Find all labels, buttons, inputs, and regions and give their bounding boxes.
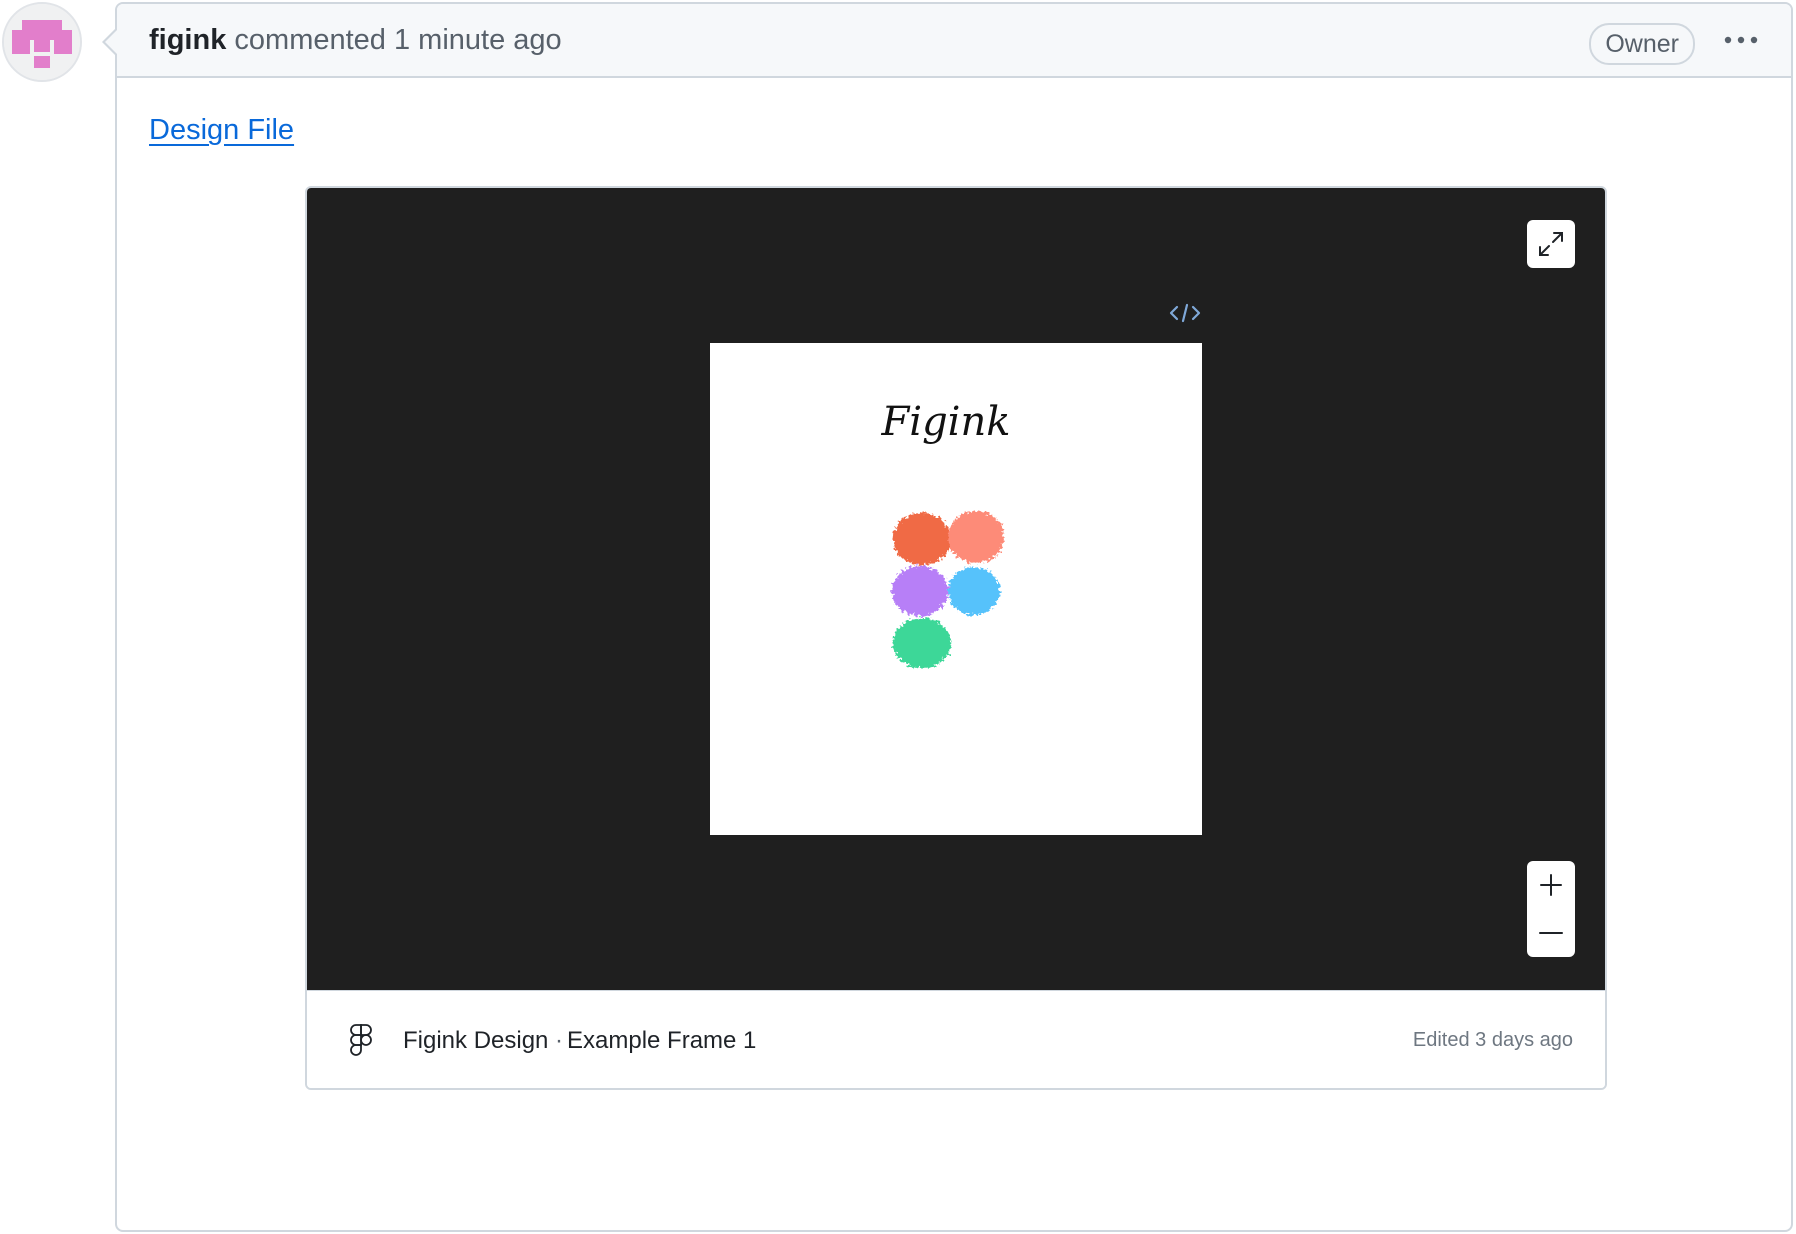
identicon-icon xyxy=(4,4,80,80)
owner-badge: Owner xyxy=(1589,23,1695,65)
comment-header: figink commented 1 minute ago Owner xyxy=(117,4,1791,78)
frame-title: Figink xyxy=(881,399,1011,445)
kebab-horizontal-icon xyxy=(1724,36,1758,44)
figma-embed: Figink Figink Design · Example Frame 1 E… xyxy=(305,186,1607,1090)
code-icon[interactable] xyxy=(1169,300,1201,326)
embed-footer: Figink Design · Example Frame 1 Edited 3… xyxy=(307,990,1605,1088)
zoom-controls xyxy=(1527,861,1575,957)
expand-arrows-icon xyxy=(1539,232,1563,256)
comment-meta: figink commented 1 minute ago xyxy=(149,24,562,57)
edited-time: Edited 3 days ago xyxy=(1412,1029,1573,1051)
comment-action: commented xyxy=(234,24,386,56)
comment-box: figink commented 1 minute ago Owner Desi… xyxy=(115,2,1793,1232)
separator: · xyxy=(555,1027,563,1054)
design-frame[interactable]: Figink xyxy=(710,343,1202,835)
figma-logo-blobs xyxy=(892,511,1004,668)
file-name[interactable]: Figink Design xyxy=(403,1027,548,1055)
comment-time[interactable]: 1 minute ago xyxy=(394,24,562,56)
zoom-in-button[interactable] xyxy=(1527,861,1575,909)
more-options-button[interactable] xyxy=(1721,24,1761,60)
frame-name[interactable]: Example Frame 1 xyxy=(567,1027,756,1055)
frame-artwork: Figink xyxy=(881,399,1011,668)
author-name[interactable]: figink xyxy=(149,24,226,56)
minus-icon xyxy=(1539,932,1563,934)
avatar[interactable] xyxy=(2,2,82,82)
zoom-out-button[interactable] xyxy=(1527,909,1575,957)
plus-icon xyxy=(1540,874,1562,896)
expand-button[interactable] xyxy=(1527,220,1575,268)
figma-logo-icon xyxy=(350,1024,372,1056)
design-file-link[interactable]: Design File xyxy=(149,114,294,147)
embed-canvas[interactable]: Figink xyxy=(307,188,1605,990)
comment-pointer-fill xyxy=(105,30,117,54)
